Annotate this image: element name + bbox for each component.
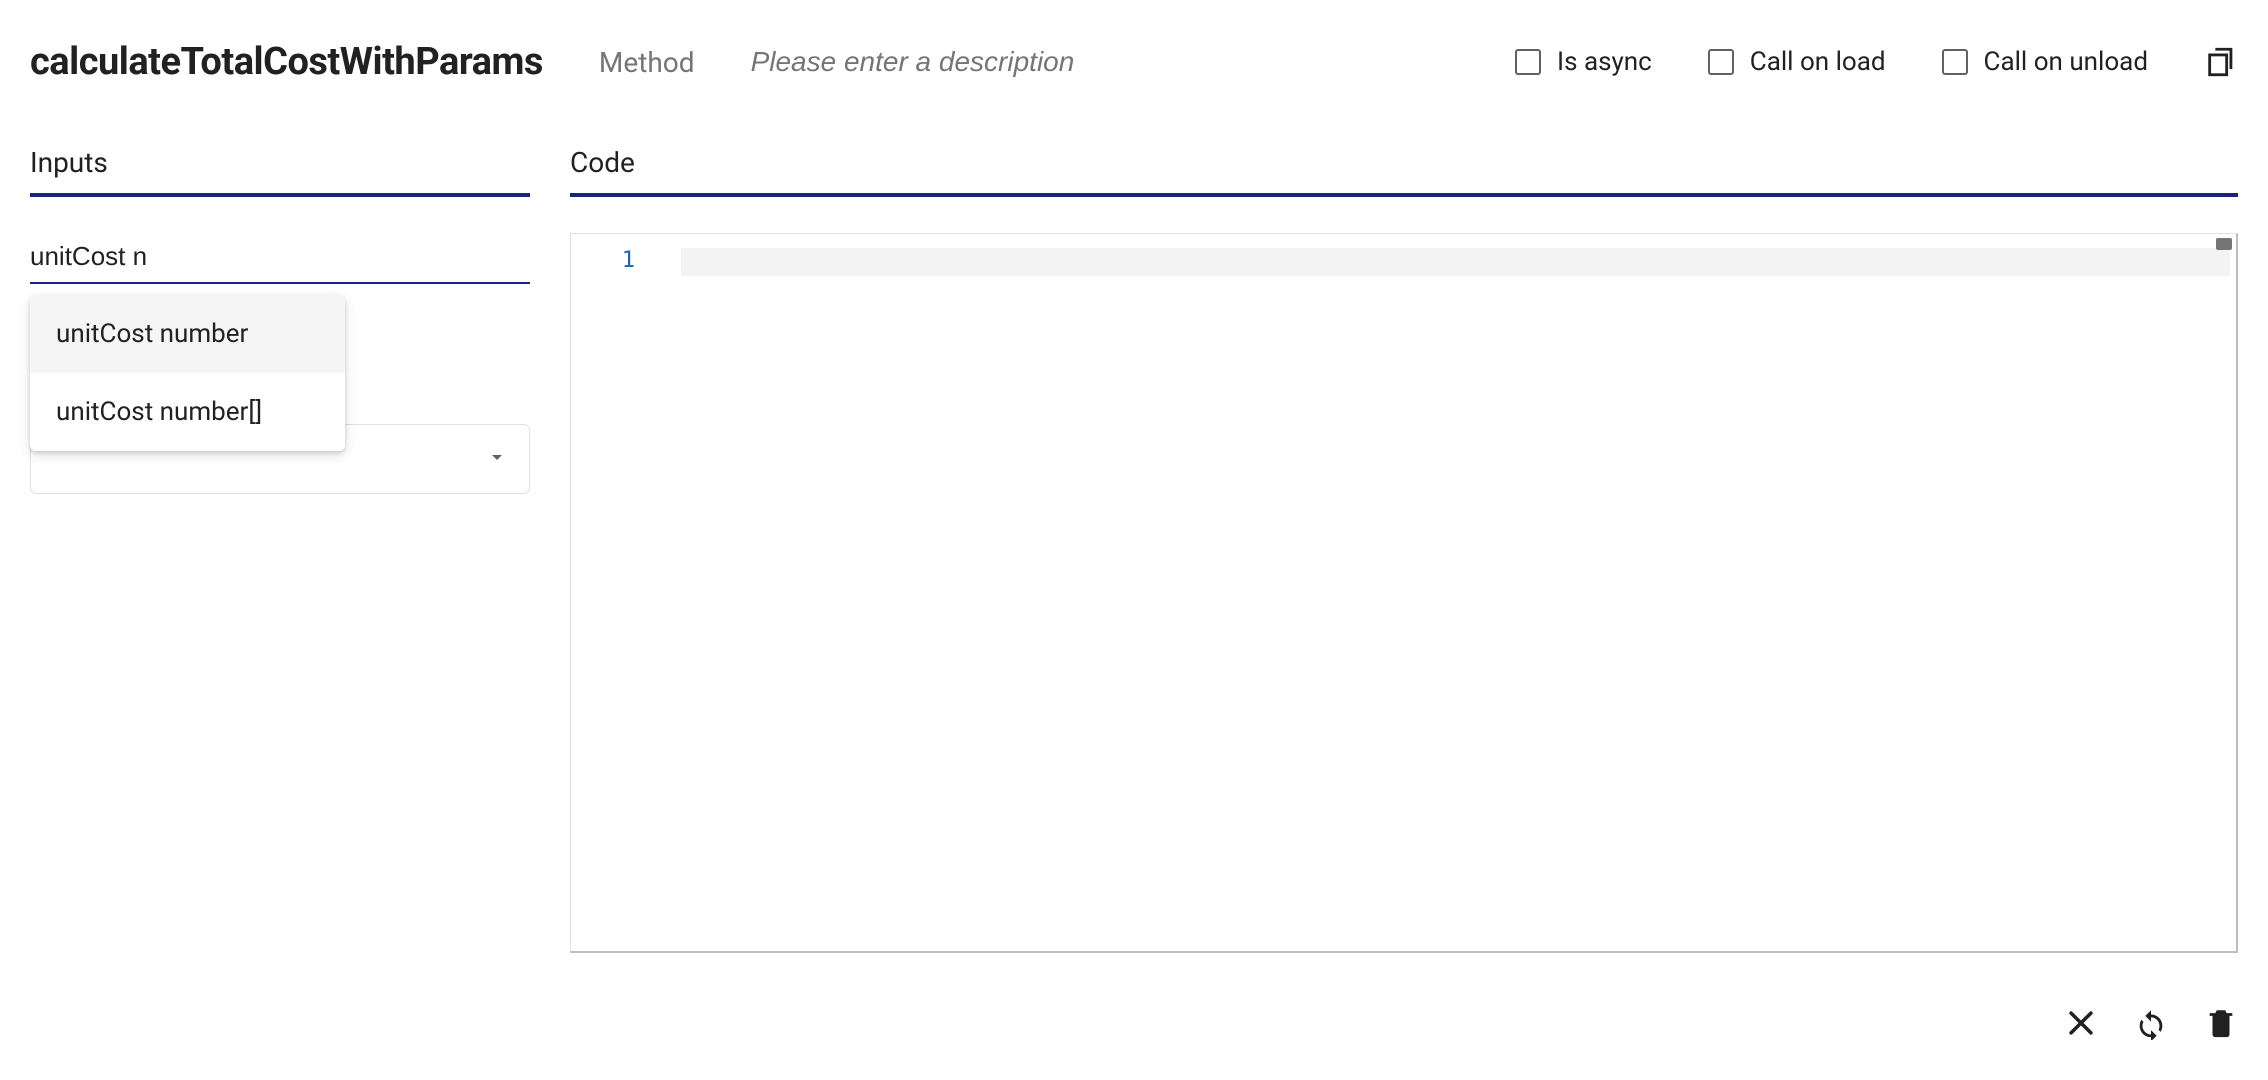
scrollbar[interactable] (2216, 238, 2232, 250)
is-async-checkbox[interactable]: Is async (1515, 47, 1652, 77)
active-line (681, 248, 2230, 276)
code-editor[interactable]: 1 (570, 233, 2238, 953)
header: calculateTotalCostWithParams Method Is a… (30, 40, 2238, 84)
line-number: 1 (571, 248, 635, 273)
call-on-load-checkbox[interactable]: Call on load (1708, 47, 1886, 77)
inputs-heading: Inputs (30, 146, 530, 197)
autocomplete-option[interactable]: unitCost number[] (30, 373, 345, 451)
parameter-input[interactable] (30, 233, 530, 284)
chevron-down-icon (485, 445, 509, 473)
main-columns: Inputs unitCost number unitCost number[]… (30, 146, 2238, 953)
checkbox-label: Call on unload (1984, 47, 2148, 77)
refresh-button[interactable] (2134, 1006, 2168, 1040)
footer-actions (2064, 1006, 2238, 1040)
inputs-body: unitCost number unitCost number[] (30, 233, 530, 494)
trash-icon (2204, 1006, 2238, 1040)
autocomplete-dropdown: unitCost number unitCost number[] (30, 295, 345, 451)
inputs-column: Inputs unitCost number unitCost number[] (30, 146, 530, 494)
code-column: Code 1 (570, 146, 2238, 953)
checkbox-icon (1942, 49, 1968, 75)
call-on-unload-checkbox[interactable]: Call on unload (1942, 47, 2148, 77)
code-textarea[interactable] (651, 234, 2236, 951)
description-input[interactable] (751, 46, 1171, 78)
code-heading: Code (570, 146, 2238, 197)
checkbox-label: Call on load (1750, 47, 1886, 77)
copy-button[interactable] (2204, 45, 2238, 79)
refresh-icon (2134, 1006, 2168, 1040)
method-name: calculateTotalCostWithParams (30, 40, 543, 84)
header-options: Is async Call on load Call on unload (1515, 45, 2238, 79)
checkbox-icon (1708, 49, 1734, 75)
close-icon (2064, 1006, 2098, 1040)
checkbox-label: Is async (1557, 47, 1652, 77)
line-gutter: 1 (571, 234, 651, 951)
autocomplete-option[interactable]: unitCost number (30, 295, 345, 373)
type-label: Method (599, 46, 695, 79)
close-button[interactable] (2064, 1006, 2098, 1040)
copy-icon (2204, 45, 2238, 79)
checkbox-icon (1515, 49, 1541, 75)
delete-button[interactable] (2204, 1006, 2238, 1040)
